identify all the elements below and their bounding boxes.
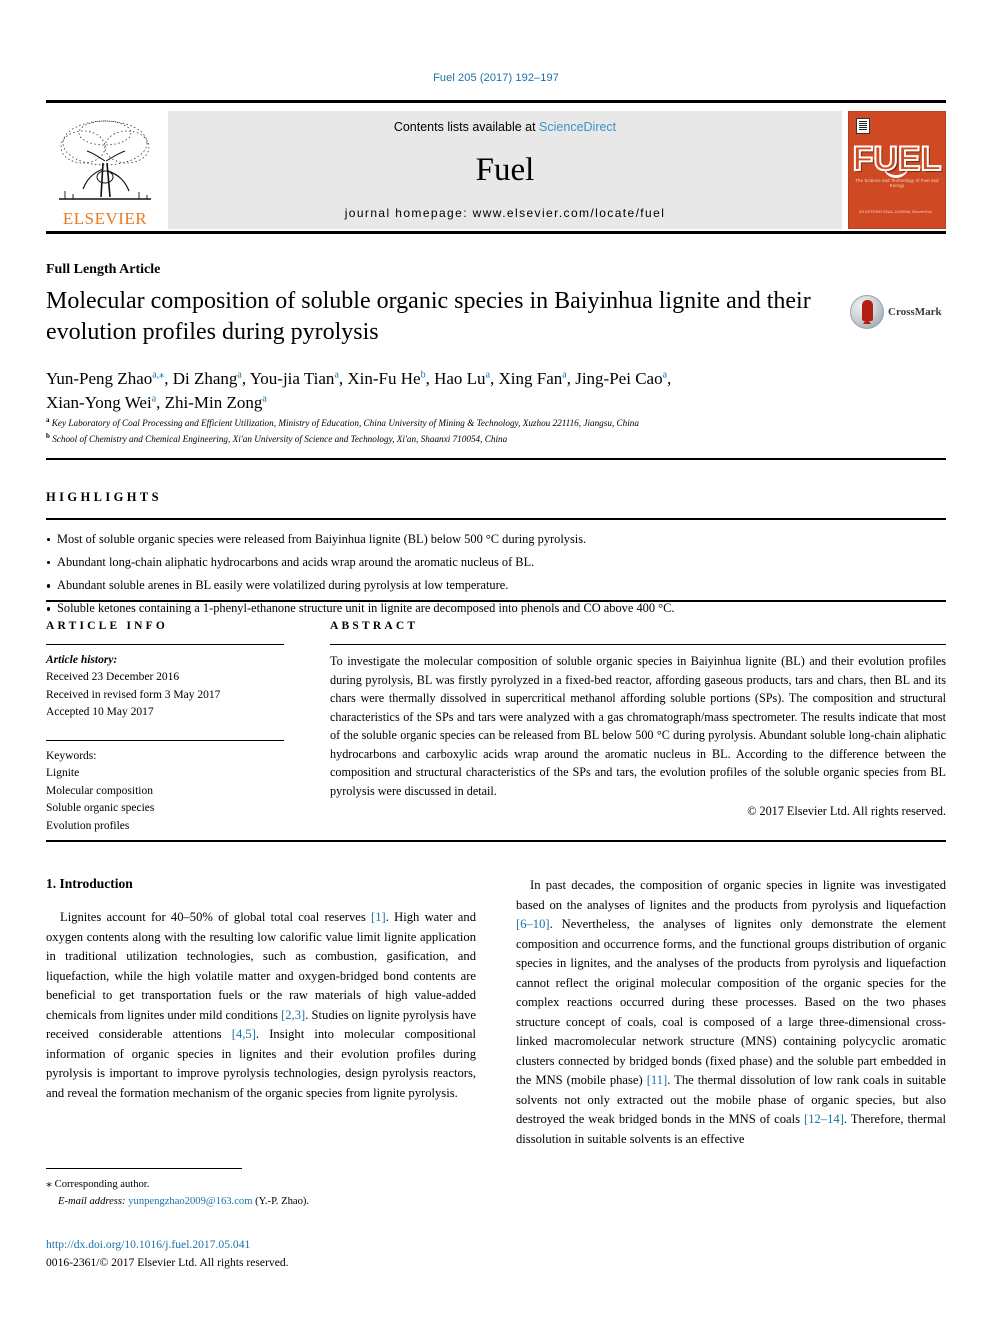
crossmark-badge-group[interactable]: CrossMark [850, 292, 946, 332]
journal-masthead: ELSEVIER Contents lists available at Sci… [46, 100, 946, 229]
author-affiliation-marker: a [237, 369, 242, 381]
affiliation-item: a Key Laboratory of Coal Processing and … [46, 415, 926, 431]
affiliation-list: a Key Laboratory of Coal Processing and … [46, 415, 926, 447]
doi-link[interactable]: http://dx.doi.org/10.1016/j.fuel.2017.05… [46, 1238, 250, 1251]
list-item: Abundant long-chain aliphatic hydrocarbo… [46, 551, 946, 574]
contents-available-line: Contents lists available at ScienceDirec… [394, 120, 616, 134]
keywords-label: Keywords: [46, 750, 97, 762]
author-name: Jing-Pei Cao [575, 369, 663, 388]
journal-cover-thumbnail: FUEL The Science and Technology of Fuel … [848, 111, 946, 229]
author-affiliation-marker: a [262, 393, 267, 405]
running-head: Fuel 205 (2017) 192–197 [433, 72, 559, 84]
elsevier-tree-icon [59, 120, 151, 200]
author-name: Xin-Fu He [347, 369, 421, 388]
affiliation-text: Key Laboratory of Coal Processing and Ef… [51, 418, 639, 429]
article-history-item: Received 23 December 2016 [46, 671, 180, 684]
crossmark-icon [850, 295, 884, 329]
author-list: Yun-Peng Zhaoa,⁎, Di Zhanga, You-jia Tia… [46, 369, 672, 413]
email-line: E-mail address: yunpengzhao2009@163.com … [46, 1193, 476, 1210]
sciencedirect-link[interactable]: ScienceDirect [539, 120, 616, 134]
highlights-top-rule [46, 458, 946, 460]
email-owner: (Y.-P. Zhao). [255, 1196, 310, 1208]
abstract-section-end-rule [46, 840, 946, 842]
article-type-label: Full Length Article [46, 262, 161, 277]
cover-elsevier-mark-icon [856, 118, 870, 134]
journal-homepage-link[interactable]: journal homepage: www.elsevier.com/locat… [345, 206, 666, 220]
paragraph: Lignites account for 40–50% of global to… [46, 910, 477, 1100]
affiliation-text: School of Chemistry and Chemical Enginee… [52, 434, 508, 445]
author-name: Xian-Yong Wei [46, 393, 152, 413]
corresponding-author-marker: ⁎ [46, 1176, 52, 1190]
author-affiliation-marker: a,⁎ [152, 369, 165, 381]
email-link[interactable]: yunpengzhao2009@163.com [128, 1196, 252, 1207]
highlights-bottom-rule [46, 518, 946, 520]
affiliation-item: b School of Chemistry and Chemical Engin… [46, 431, 926, 447]
keyword-item: Evolution profiles [46, 819, 130, 832]
article-info-heading: ARTICLE INFO [46, 620, 169, 632]
body-column-left: Lignites account for 40–50% of global to… [46, 908, 476, 1103]
abstract-copyright: © 2017 Elsevier Ltd. All rights reserved… [747, 804, 946, 818]
crossmark-label: CrossMark [888, 306, 942, 318]
article-history-item: Accepted 10 May 2017 [46, 706, 154, 719]
author-affiliation-marker: b [420, 369, 426, 381]
author-name: Di Zhang [172, 369, 238, 388]
issn-copyright-line: 0016-2361/© 2017 Elsevier Ltd. All right… [46, 1256, 289, 1269]
citation-ref[interactable]: [1] [371, 910, 386, 924]
author-name: Zhi-Min Zong [164, 393, 263, 413]
list-item: Abundant soluble arenes in BL easily wer… [46, 574, 946, 597]
author-name: You-jia Tian [249, 369, 335, 388]
masthead-center-panel: Contents lists available at ScienceDirec… [168, 111, 842, 229]
paragraph: In past decades, the composition of orga… [516, 878, 946, 1146]
corresponding-author-line: ⁎ Corresponding author. [46, 1174, 476, 1193]
affiliation-marker: b [46, 431, 50, 440]
body-column-right: In past decades, the composition of orga… [516, 876, 946, 1149]
author-affiliation-marker: a [562, 369, 567, 381]
masthead-bottom-rule [46, 231, 946, 234]
highlights-list: Most of soluble organic species were rel… [46, 528, 946, 620]
citation-ref[interactable]: [11] [647, 1073, 668, 1087]
author-affiliation-marker: a [662, 369, 668, 381]
highlights-heading: HIGHLIGHTS [46, 490, 162, 504]
title-block: Molecular composition of soluble organic… [46, 286, 816, 347]
citation-ref[interactable]: [6–10] [516, 917, 550, 931]
author-name: Xing Fan [498, 369, 563, 388]
elsevier-wordmark: ELSEVIER [62, 209, 148, 228]
footnote-block: ⁎ Corresponding author. E-mail address: … [46, 1174, 476, 1211]
article-info-rule [46, 644, 284, 645]
keyword-item: Lignite [46, 767, 80, 780]
section-heading-introduction: 1. Introduction [46, 876, 133, 891]
citation-ref[interactable]: [4,5] [232, 1027, 256, 1041]
paper-page: Fuel 205 (2017) 192–197 ELSEVIER Content… [0, 0, 992, 1323]
highlights-section-end-rule [46, 600, 946, 602]
author-name: Hao Lu [434, 369, 486, 388]
abstract-text: To investigate the molecular composition… [330, 654, 946, 798]
corresponding-author-label: Corresponding author. [54, 1179, 150, 1190]
elsevier-logo: ELSEVIER [46, 111, 164, 229]
footnote-rule [46, 1168, 242, 1169]
abstract-heading: ABSTRACT [330, 620, 419, 632]
contents-prefix: Contents lists available at [393, 120, 540, 134]
keyword-item: Soluble organic species [46, 802, 155, 815]
author-name: Yun-Peng Zhao [46, 369, 153, 388]
keywords-block: Keywords: Lignite Molecular composition … [46, 748, 296, 835]
keyword-item: Molecular composition [46, 784, 153, 797]
citation-ref[interactable]: [2,3] [281, 1008, 305, 1022]
article-history-block: Article history: Received 23 December 20… [46, 652, 296, 722]
journal-title: Fuel [475, 151, 535, 188]
article-history-label: Article history: [46, 654, 118, 666]
author-affiliation-marker: a [485, 369, 491, 381]
cover-subtitle-text: The Science and Technology of Fuel and E… [855, 178, 939, 188]
cover-footer-text: AN INTERNATIONAL JOURNAL ElsevierFuel [859, 209, 932, 214]
email-label: E-mail address: [58, 1196, 126, 1208]
keywords-rule [46, 740, 284, 741]
abstract-rule [330, 644, 946, 645]
page-title: Molecular composition of soluble organic… [46, 288, 811, 345]
author-affiliation-marker: a [334, 369, 339, 381]
list-item: Most of soluble organic species were rel… [46, 528, 946, 551]
affiliation-marker: a [46, 416, 50, 424]
article-history-item: Received in revised form 3 May 2017 [46, 688, 221, 701]
citation-ref[interactable]: [12–14] [804, 1112, 844, 1126]
author-affiliation-marker: a [151, 393, 157, 405]
